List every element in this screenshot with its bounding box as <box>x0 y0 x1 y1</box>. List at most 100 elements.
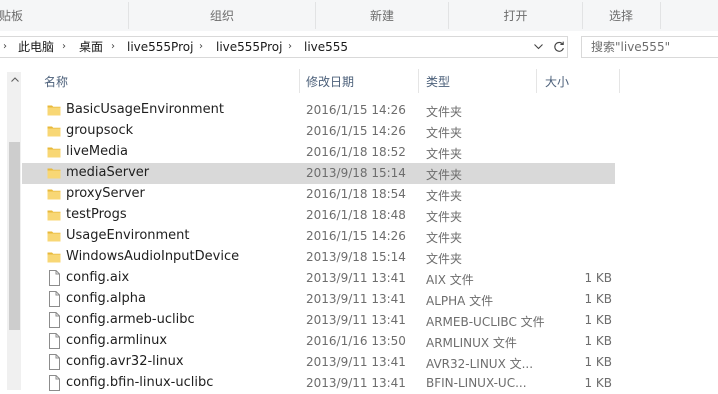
file-type: 文件夹 <box>426 252 463 266</box>
address-bar[interactable]: › 此电脑 › 桌面 › live555Proj › live555Proj ›… <box>0 36 568 58</box>
ribbon-group-select: 选择 <box>608 9 633 23</box>
file-type: 文件夹 <box>426 168 463 182</box>
breadcrumb-live555[interactable]: live555 <box>304 37 348 57</box>
document-icon <box>46 291 62 307</box>
caret-up-icon <box>10 76 19 82</box>
file-row[interactable]: config.armlinux 2016/1/16 13:50 ARMLINUX 文… <box>22 331 615 352</box>
file-name: config.armeb-uclibc <box>66 312 195 327</box>
file-row[interactable]: config.aix 2013/9/11 13:41 AIX 文件 1 KB <box>22 268 615 289</box>
column-header-name[interactable]: 名称 <box>22 61 299 100</box>
scroll-up-button[interactable] <box>9 72 20 86</box>
file-date-modified: 2016/1/18 18:48 <box>306 208 406 222</box>
file-date-modified: 2016/1/18 18:54 <box>306 187 406 201</box>
ribbon-group-open: 打开 <box>503 9 528 23</box>
file-type: AIX 文件 <box>426 273 474 287</box>
file-date-modified: 2016/1/16 13:50 <box>306 334 406 348</box>
breadcrumb-desktop[interactable]: 桌面 <box>79 37 103 57</box>
file-size: 1 KB <box>584 292 612 306</box>
file-type: ARMLINUX 文件 <box>426 336 517 350</box>
file-date-modified: 2016/1/15 14:26 <box>306 229 406 243</box>
ribbon-group-new: 新建 <box>369 9 394 23</box>
file-date-modified: 2016/1/15 14:26 <box>306 124 406 138</box>
column-header-date[interactable]: 修改日期 <box>300 61 418 100</box>
file-name: testProgs <box>66 207 127 222</box>
chevron-right-icon[interactable]: › <box>111 37 115 57</box>
file-name: groupsock <box>66 123 134 138</box>
column-header-type-label: 类型 <box>426 75 451 89</box>
file-row[interactable]: testProgs 2016/1/18 18:48 文件夹 <box>22 205 615 226</box>
file-row[interactable]: UsageEnvironment 2016/1/15 14:26 文件夹 <box>22 226 615 247</box>
file-date-modified: 2016/1/15 14:26 <box>306 103 406 117</box>
document-icon <box>46 333 62 349</box>
folder-icon <box>46 186 62 202</box>
ribbon-group-bar: 贴板 组织 新建 打开 选择 <box>0 0 718 32</box>
file-type: 文件夹 <box>426 231 463 245</box>
file-name: mediaServer <box>66 165 150 180</box>
refresh-icon <box>554 41 564 52</box>
file-name: WindowsAudioInputDevice <box>66 249 240 264</box>
file-date-modified: 2013/9/11 13:41 <box>306 292 406 306</box>
file-name: liveMedia <box>66 144 128 159</box>
folder-icon <box>46 165 62 181</box>
file-row[interactable]: liveMedia 2016/1/18 18:52 文件夹 <box>22 142 615 163</box>
file-name: config.avr32-linux <box>66 354 184 369</box>
column-header-size[interactable]: 大小 <box>537 61 619 100</box>
folder-icon <box>46 249 62 265</box>
file-size: 1 KB <box>584 376 612 390</box>
file-name: BasicUsageEnvironment <box>66 102 224 117</box>
column-header-type[interactable]: 类型 <box>419 61 536 100</box>
file-size: 1 KB <box>584 334 612 348</box>
file-row[interactable]: BasicUsageEnvironment 2016/1/15 14:26 文件夹 <box>22 100 615 121</box>
file-name: UsageEnvironment <box>66 228 190 243</box>
file-size: 1 KB <box>584 355 612 369</box>
chevron-down-icon <box>533 44 543 50</box>
search-input[interactable]: 搜索"live555" <box>581 36 718 58</box>
breadcrumb-this-pc[interactable]: 此电脑 <box>18 37 54 57</box>
file-size: 1 KB <box>584 313 612 327</box>
file-row[interactable]: config.armeb-uclibc 2013/9/11 13:41 ARMEB-… <box>22 310 615 331</box>
file-type: AVR32-LINUX 文... <box>426 357 534 371</box>
file-name: config.aix <box>66 270 130 285</box>
column-header-name-label: 名称 <box>44 75 69 89</box>
column-header-size-label: 大小 <box>545 75 570 89</box>
file-name: config.bfin-linux-uclibc <box>66 375 214 390</box>
address-history-button[interactable] <box>530 37 546 57</box>
ribbon-group-clipboard: 贴板 <box>0 9 23 23</box>
file-date-modified: 2013/9/11 13:41 <box>306 355 406 369</box>
scrollbar-thumb[interactable] <box>9 142 20 330</box>
file-row[interactable]: mediaServer 2013/9/18 15:14 文件夹 <box>22 163 615 184</box>
file-name: proxyServer <box>66 186 145 201</box>
chevron-right-icon[interactable]: › <box>199 37 203 57</box>
file-name: config.armlinux <box>66 333 168 348</box>
chevron-right-icon[interactable]: › <box>62 37 66 57</box>
file-row[interactable]: config.avr32-linux 2013/9/11 13:41 AVR32-L… <box>22 352 615 373</box>
file-size: 1 KB <box>584 271 612 285</box>
file-type: 文件夹 <box>426 105 463 119</box>
folder-icon <box>46 123 62 139</box>
file-type: ARMEB-UCLIBC 文件 <box>426 315 545 329</box>
folder-icon <box>46 102 62 118</box>
file-date-modified: 2013/9/18 15:14 <box>306 250 406 264</box>
chevron-right-icon[interactable]: › <box>288 37 292 57</box>
column-divider[interactable] <box>619 69 620 93</box>
document-icon <box>46 375 62 391</box>
document-icon <box>46 270 62 286</box>
breadcrumb-live555proj-inner[interactable]: live555Proj <box>216 37 282 57</box>
file-type: ALPHA 文件 <box>426 294 494 308</box>
breadcrumb-live555proj[interactable]: live555Proj <box>127 37 193 57</box>
file-date-modified: 2013/9/11 13:41 <box>306 376 406 390</box>
chevron-right-icon[interactable]: › <box>3 37 7 57</box>
file-date-modified: 2013/9/11 13:41 <box>306 313 406 327</box>
file-type: BFIN-LINUX-UC... <box>426 376 527 390</box>
file-row[interactable]: proxyServer 2016/1/18 18:54 文件夹 <box>22 184 615 205</box>
file-type: 文件夹 <box>426 126 463 140</box>
folder-icon <box>46 207 62 223</box>
refresh-button[interactable] <box>549 36 569 58</box>
document-icon <box>46 354 62 370</box>
file-row[interactable]: groupsock 2016/1/15 14:26 文件夹 <box>22 121 615 142</box>
file-row[interactable]: config.alpha 2013/9/11 13:41 ALPHA 文件 1 KB <box>22 289 615 310</box>
file-name: config.alpha <box>66 291 146 306</box>
file-type: 文件夹 <box>426 189 463 203</box>
file-date-modified: 2013/9/11 13:41 <box>306 271 406 285</box>
file-row[interactable]: WindowsAudioInputDevice 2013/9/18 15:14 文件… <box>22 247 615 268</box>
